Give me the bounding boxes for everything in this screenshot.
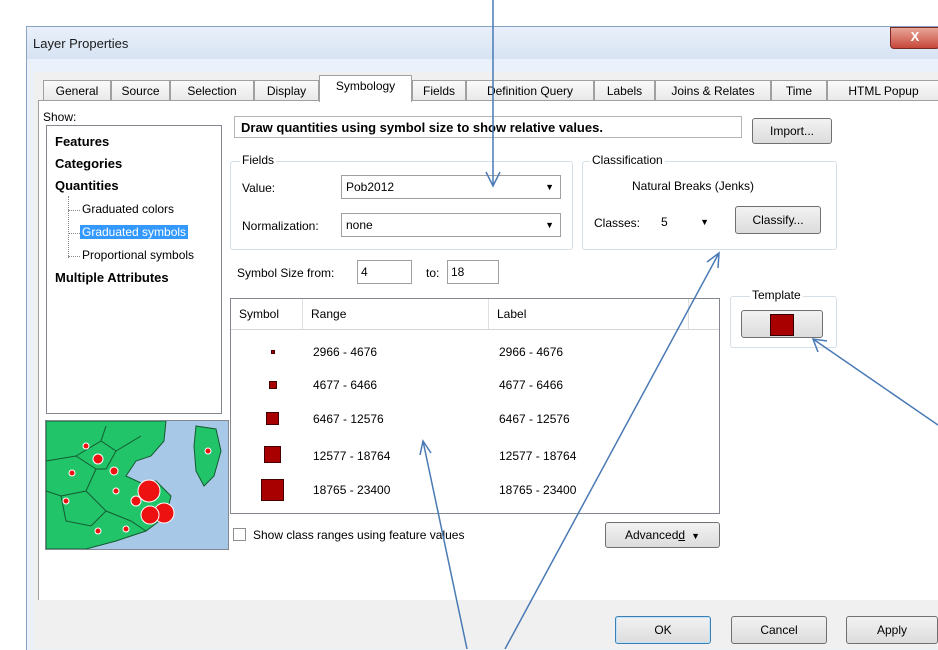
class-symbol[interactable] (261, 479, 284, 501)
close-button[interactable]: X (890, 27, 938, 49)
symbol-size-to-input[interactable]: 18 (447, 260, 499, 284)
tree-categories[interactable]: Categories (55, 156, 122, 171)
classes-dropdown-text: 5 (661, 215, 668, 229)
class-label[interactable]: 18765 - 23400 (499, 483, 576, 497)
window-title: Layer Properties (33, 36, 129, 51)
import-button[interactable]: Import... (752, 118, 832, 144)
tree-multiple-attributes[interactable]: Multiple Attributes (55, 270, 169, 285)
tab-time[interactable]: Time (771, 80, 827, 101)
advanced-button-text: Advanced (625, 528, 679, 542)
normalization-dropdown-text: none (346, 218, 373, 232)
show-tree: Features Categories Quantities Graduated… (46, 125, 222, 414)
class-symbol[interactable] (271, 350, 275, 354)
classify-button[interactable]: Classify... (735, 206, 821, 234)
cancel-button[interactable]: Cancel (731, 616, 827, 644)
classes-dropdown[interactable]: 5 ▼ (656, 210, 716, 234)
class-range[interactable]: 18765 - 23400 (313, 483, 390, 497)
show-label: Show: (43, 110, 77, 124)
class-range[interactable]: 12577 - 18764 (313, 449, 390, 463)
symbol-size-to-label: to: (426, 266, 440, 280)
class-label[interactable]: 6467 - 12576 (499, 412, 570, 426)
class-symbol[interactable] (266, 412, 279, 425)
symbol-size-from-input[interactable]: 4 (357, 260, 412, 284)
column-header-symbol[interactable]: Symbol (231, 299, 303, 329)
renderer-description: Draw quantities using symbol size to sho… (234, 116, 742, 138)
tab-joins-relates[interactable]: Joins & Relates (655, 80, 771, 101)
chevron-down-icon: ▼ (545, 220, 554, 230)
class-symbol[interactable] (264, 446, 281, 463)
tab-display[interactable]: Display (254, 80, 319, 101)
column-header-range[interactable]: Range (303, 299, 489, 329)
chevron-down-icon: ▼ (700, 217, 709, 227)
tree-graduated-symbols[interactable]: Graduated symbols (80, 225, 189, 239)
tab-symbology[interactable]: Symbology (319, 75, 412, 102)
symbol-size-from-label: Symbol Size from: (237, 266, 335, 280)
value-dropdown-text: Pob2012 (346, 180, 395, 194)
tab-html-popup[interactable]: HTML Popup (827, 80, 938, 101)
tab-source[interactable]: Source (111, 80, 170, 101)
advanced-button-hotkey: d (678, 528, 686, 542)
value-dropdown[interactable]: Pob2012 ▼ (341, 175, 561, 199)
class-label[interactable]: 12577 - 18764 (499, 449, 576, 463)
class-label[interactable]: 2966 - 4676 (499, 345, 563, 359)
classification-group-label: Classification (590, 153, 665, 167)
class-list[interactable]: Symbol Range Label 2966 - 4676 2966 - 46… (230, 298, 720, 514)
tree-connector (68, 196, 69, 258)
show-class-ranges-label: Show class ranges using feature values (253, 528, 465, 542)
chevron-down-icon: ▼ (545, 182, 554, 192)
title-bar[interactable] (27, 27, 938, 59)
class-symbol[interactable] (269, 381, 277, 389)
class-range[interactable]: 4677 - 6466 (313, 378, 377, 392)
tree-proportional-symbols[interactable]: Proportional symbols (82, 248, 194, 262)
normalization-label: Normalization: (242, 219, 319, 233)
class-range[interactable]: 2966 - 4676 (313, 345, 377, 359)
tab-general[interactable]: General (43, 80, 111, 101)
tab-selection[interactable]: Selection (170, 80, 254, 101)
classes-label: Classes: (594, 216, 641, 230)
template-swatch (770, 314, 794, 336)
column-header-label[interactable]: Label (489, 299, 689, 329)
class-range[interactable]: 6467 - 12576 (313, 412, 384, 426)
apply-button[interactable]: Apply (846, 616, 938, 644)
template-symbol-button[interactable] (741, 310, 823, 338)
tree-quantities[interactable]: Quantities (55, 178, 119, 193)
tab-definition-query[interactable]: Definition Query (466, 80, 594, 101)
template-label: Template (750, 288, 803, 302)
chevron-down-icon: ▼ (691, 531, 700, 541)
preview-map (46, 421, 228, 549)
tree-connector (68, 210, 80, 211)
tree-features[interactable]: Features (55, 134, 109, 149)
show-class-ranges-checkbox[interactable] (233, 528, 246, 541)
tab-fields[interactable]: Fields (412, 80, 466, 101)
tree-graduated-colors[interactable]: Graduated colors (82, 202, 174, 216)
advanced-button[interactable]: Advancedd ▼ (605, 522, 720, 548)
tree-connector (68, 233, 80, 234)
tree-connector (68, 256, 80, 257)
normalization-dropdown[interactable]: none ▼ (341, 213, 561, 237)
tab-labels[interactable]: Labels (594, 80, 655, 101)
fields-group-label: Fields (240, 153, 277, 167)
value-label: Value: (242, 181, 276, 195)
class-label[interactable]: 4677 - 6466 (499, 378, 563, 392)
symbology-preview-image (45, 420, 229, 550)
classification-method: Natural Breaks (Jenks) (632, 179, 755, 193)
ok-button[interactable]: OK (615, 616, 711, 644)
